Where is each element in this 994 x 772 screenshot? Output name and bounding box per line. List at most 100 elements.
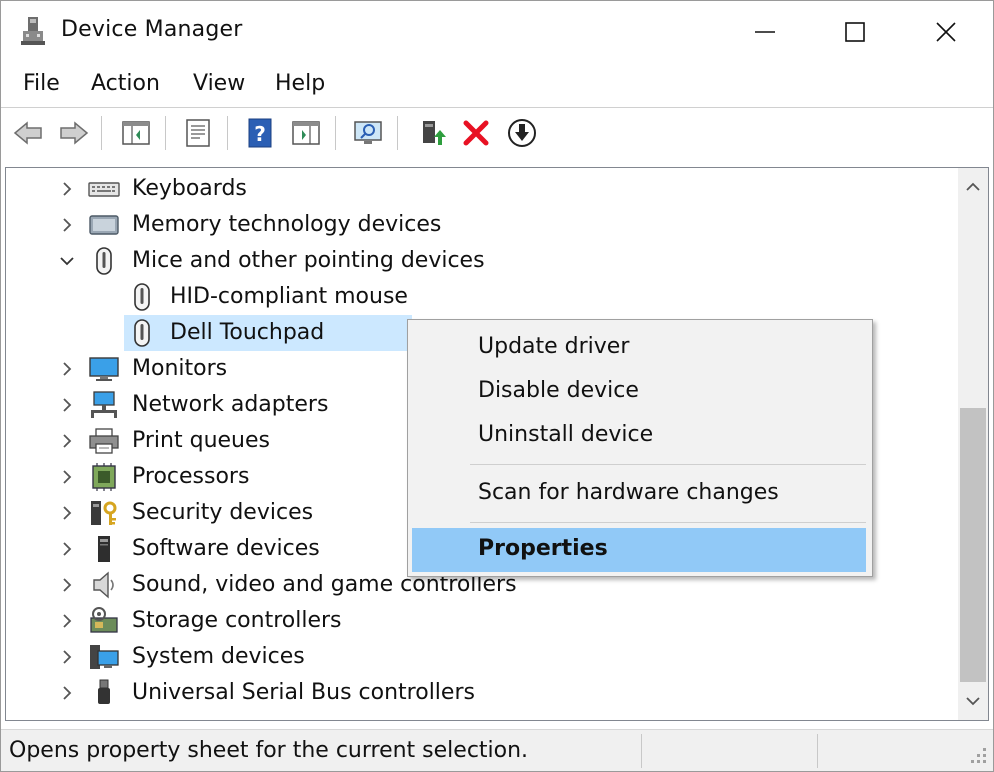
menu-file[interactable]: File [23,69,60,98]
status-bar: Opens property sheet for the current sel… [1,729,993,771]
chevron-up-icon [966,182,980,191]
expand-toggle[interactable] [58,684,76,702]
expand-toggle[interactable] [58,468,76,486]
tree-item-label: Storage controllers [132,608,342,633]
back-button[interactable] [11,116,45,150]
tree-item[interactable]: Mice and other pointing devices [6,243,956,279]
download-driver-icon [508,119,536,147]
minimize-icon [755,31,775,33]
mouse-icon [126,282,158,312]
scroll-thumb[interactable] [960,408,986,682]
tree-item-label: Keyboards [132,176,247,201]
update-driver-button[interactable] [415,116,449,150]
help-button[interactable]: ? [243,116,277,150]
title-bar: Device Manager [1,1,993,63]
tree-item[interactable]: HID-compliant mouse [6,279,956,315]
tree-item-label: Mice and other pointing devices [132,248,485,273]
tree-item[interactable]: System devices [6,639,956,675]
chevron-right-icon [63,434,72,448]
install-driver-button[interactable] [505,116,539,150]
menu-action[interactable]: Action [91,69,160,98]
forward-button[interactable] [57,116,91,150]
svg-text:?: ? [254,122,266,146]
menu-item-scan-hardware[interactable]: Scan for hardware changes [412,472,866,516]
collapse-toggle[interactable] [58,252,76,270]
menu-item-disable-device[interactable]: Disable device [412,370,866,414]
tree-item-label: Network adapters [132,392,329,417]
menu-view[interactable]: View [193,69,245,98]
chevron-right-icon [63,542,72,556]
action-pane-icon [292,121,320,145]
close-button[interactable] [900,1,992,63]
chevron-right-icon [63,470,72,484]
tree-item[interactable]: Keyboards [6,171,956,207]
tree-item-label: System devices [132,644,305,669]
scan-monitor-icon [354,121,382,144]
expand-toggle[interactable] [58,216,76,234]
vertical-scrollbar[interactable] [958,168,988,720]
tree-item-label: Security devices [132,500,314,525]
menu-item-properties[interactable]: Properties [412,528,866,572]
scroll-up-button[interactable] [958,168,988,206]
chevron-right-icon [63,506,72,520]
show-hide-console-tree-button[interactable] [119,116,153,150]
uninstall-button[interactable] [459,116,493,150]
chevron-right-icon [63,650,72,664]
properties-button[interactable] [181,116,215,150]
scan-hardware-button[interactable] [351,116,385,150]
expand-toggle[interactable] [58,648,76,666]
tree-item[interactable]: Universal Serial Bus controllers [6,675,956,711]
toolbar-separator [397,116,399,150]
printer-icon [88,426,120,456]
device-manager-icon [21,17,45,45]
toolbar-separator [335,116,337,150]
close-icon [936,22,956,42]
resize-grip-icon[interactable] [967,744,989,766]
chevron-right-icon [63,686,72,700]
uninstall-x-icon [463,120,489,146]
context-menu: Update driver Disable device Uninstall d… [407,319,873,577]
help-icon: ? [248,118,272,148]
expand-toggle[interactable] [58,432,76,450]
chevron-right-icon [63,578,72,592]
menu-item-label: Scan for hardware changes [478,480,779,505]
menu-item-label: Disable device [478,378,639,403]
expand-toggle[interactable] [58,540,76,558]
chevron-right-icon [63,398,72,412]
security-key-icon [88,498,120,528]
expand-toggle[interactable] [58,360,76,378]
maximize-button[interactable] [809,1,901,63]
scroll-down-button[interactable] [958,682,988,720]
expand-toggle[interactable] [58,504,76,522]
show-hide-action-pane-button[interactable] [289,116,323,150]
expand-toggle[interactable] [58,180,76,198]
menu-help[interactable]: Help [275,69,325,98]
menu-item-update-driver[interactable]: Update driver [412,326,866,370]
tree-item-label: Universal Serial Bus controllers [132,680,475,705]
toolbar: ? [1,107,993,157]
software-device-icon [88,534,120,564]
maximize-icon [845,22,865,42]
menu-item-label: Update driver [478,334,630,359]
status-pane-divider [641,734,642,768]
expand-toggle[interactable] [58,612,76,630]
usb-icon [88,678,120,708]
expand-toggle[interactable] [58,396,76,414]
menu-item-label: Uninstall device [478,422,654,447]
memory-card-icon [88,210,120,240]
status-text: Opens property sheet for the current sel… [9,738,529,763]
menu-item-label: Properties [478,536,608,561]
chevron-right-icon [63,614,72,628]
tree-item-label: Processors [132,464,250,489]
minimize-button[interactable] [719,1,811,63]
status-pane-divider [817,734,818,768]
expand-toggle[interactable] [58,576,76,594]
menu-item-uninstall-device[interactable]: Uninstall device [412,414,866,458]
tree-item-label: Print queues [132,428,270,453]
system-device-icon [88,642,120,672]
tree-item-label: HID-compliant mouse [170,284,408,309]
storage-controller-icon [88,606,120,636]
menu-bar: File Action View Help [1,63,993,107]
tree-item[interactable]: Memory technology devices [6,207,956,243]
tree-item[interactable]: Storage controllers [6,603,956,639]
